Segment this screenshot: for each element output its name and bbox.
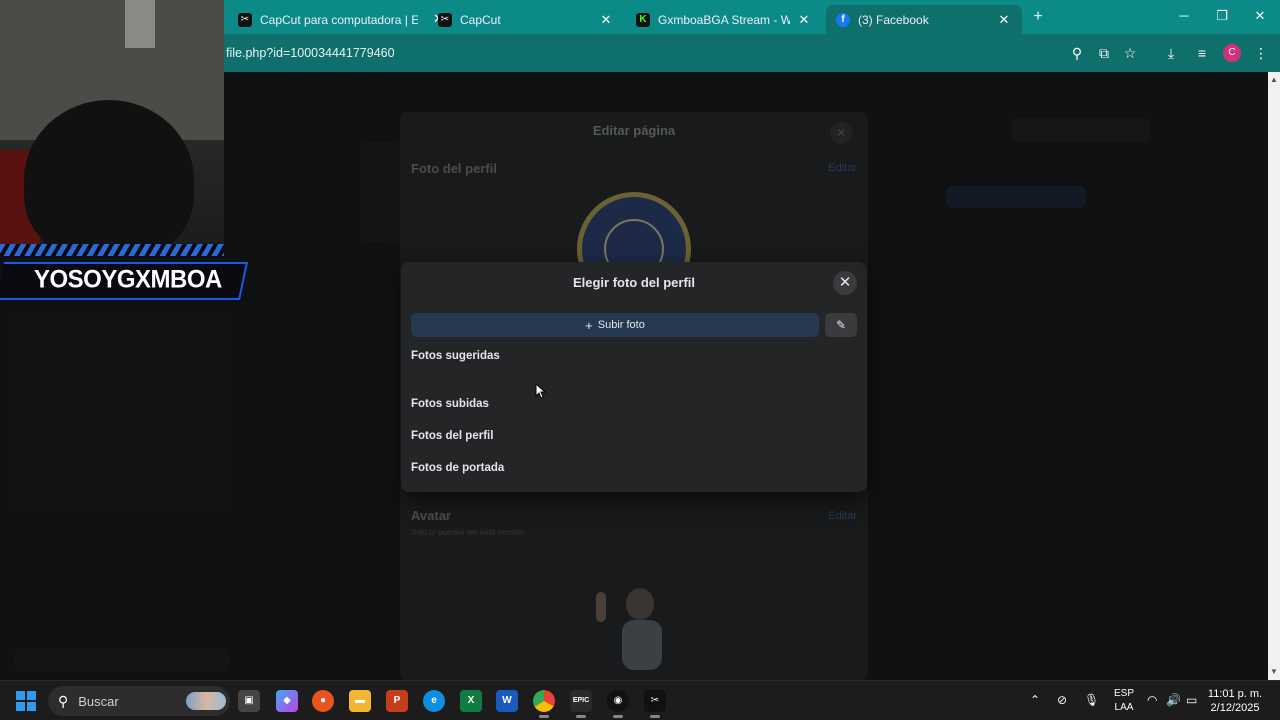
restore-icon[interactable]: ❐	[1210, 8, 1234, 24]
search-placeholder: Buscar	[78, 693, 119, 709]
menu-kebab-icon[interactable]: ⋮	[1252, 44, 1270, 62]
tray-overflow-icon[interactable]: ⌃	[1030, 693, 1040, 707]
edit-photo-button[interactable]: ✎	[825, 313, 857, 337]
epic-games-icon[interactable]: EPIC	[570, 690, 592, 718]
dim-action-button	[1012, 118, 1150, 142]
obs-icon[interactable]: ◉	[607, 690, 629, 718]
tab-capcut-computadora[interactable]: ✂ CapCut para computadora | El e	[228, 5, 428, 34]
capcut-icon: ✂	[238, 12, 252, 27]
install-app-icon[interactable]: ⧉	[1095, 44, 1113, 62]
capcut-icon[interactable]: ✂	[644, 690, 666, 718]
wifi-icon[interactable]: ◠	[1147, 693, 1157, 707]
language-indicator[interactable]: ESP LAA	[1110, 687, 1138, 715]
upload-photo-label: Subir foto	[597, 319, 645, 331]
search-highlight-icon	[186, 692, 226, 710]
clock-time: 11:01 p. m.	[1207, 688, 1263, 700]
dim-sidebar	[8, 312, 228, 512]
windows-taskbar: ⚲ Buscar ▣ ◆ ● ▬ P e X W EPIC ◉ ✂ ⌃ ⊘ 🎙 …	[0, 680, 1280, 720]
close-icon[interactable]: ✕	[598, 12, 614, 28]
windows-start-icon[interactable]	[16, 691, 36, 711]
webcam-overlay	[0, 0, 224, 255]
powerpoint-icon[interactable]: P	[386, 690, 408, 712]
volume-icon[interactable]: 🔊	[1166, 693, 1181, 707]
profile-avatar-icon[interactable]: C	[1223, 44, 1241, 62]
upload-photo-button[interactable]: + Subir foto	[411, 313, 819, 337]
minimize-icon[interactable]: ─	[1172, 8, 1196, 23]
section-suggested-photos: Fotos sugeridas	[411, 350, 500, 362]
file-explorer-icon[interactable]: ▬	[349, 690, 371, 712]
capcut-icon: ✂	[438, 12, 452, 27]
chrome-icon[interactable]	[533, 690, 555, 718]
edit-page-title: Editar página	[592, 123, 676, 138]
avatar-edit-link[interactable]: Editar	[828, 510, 857, 522]
cam-person	[24, 100, 194, 255]
overlay-stripe	[0, 244, 224, 256]
section-profile-photos: Fotos del perfil	[411, 430, 494, 442]
url-field[interactable]: file.php?id=100034441779460	[226, 46, 395, 60]
avatar-note: Solo tú puedes ver esta sección	[411, 528, 525, 537]
avatar-heading: Avatar	[411, 508, 451, 523]
close-icon[interactable]: ✕	[833, 271, 857, 295]
taskbar-search[interactable]: ⚲ Buscar	[48, 686, 230, 716]
pencil-icon: ✎	[835, 318, 847, 332]
copilot-icon[interactable]: ◆	[276, 690, 298, 712]
profile-cover-dim	[360, 142, 400, 242]
excel-icon[interactable]: X	[460, 690, 482, 712]
choose-profile-photo-modal: Elegir foto del perfil ✕ + Subir foto ✎ …	[401, 262, 867, 492]
close-icon[interactable]: ✕	[830, 122, 852, 144]
window-close-icon[interactable]: ✕	[1248, 8, 1272, 24]
page-scrollbar[interactable]: ▲ ▼	[1268, 72, 1280, 680]
tab-kick-stream[interactable]: K GxmboaBGA Stream - Watch Li ✕	[626, 5, 822, 34]
profile-photo-heading: Foto del perfil	[411, 161, 497, 176]
facebook-icon: f	[836, 12, 850, 27]
tab-label: (3) Facebook	[858, 12, 929, 27]
lang-code: ESP	[1113, 688, 1134, 699]
zoom-icon[interactable]: ⚲	[1068, 44, 1086, 62]
new-tab-icon[interactable]: +	[1026, 8, 1050, 26]
kick-icon: K	[636, 12, 650, 27]
tab-label: CapCut para computadora | El e	[260, 12, 418, 27]
tab-label: GxmboaBGA Stream - Watch Li	[658, 12, 790, 27]
streamer-name: YOSOYGXMBOA	[34, 265, 222, 294]
battery-icon[interactable]: ▭	[1186, 693, 1197, 707]
modal-title: Elegir foto del perfil	[572, 275, 696, 290]
clock-date: 2/12/2025	[1210, 702, 1260, 714]
streamer-name-banner: YOSOYGXMBOA	[0, 256, 249, 306]
section-uploaded-photos: Fotos subidas	[411, 398, 489, 410]
microphone-icon[interactable]: 🎙	[1084, 693, 1099, 707]
scroll-down-icon[interactable]: ▼	[1270, 668, 1278, 676]
taskbar-clock[interactable]: 11:01 p. m. 2/12/2025	[1206, 687, 1264, 715]
tab-facebook[interactable]: f (3) Facebook ✕	[826, 5, 1022, 34]
plus-icon: +	[585, 317, 593, 333]
tab-capcut[interactable]: ✂ CapCut ✕	[428, 5, 624, 34]
firefox-icon[interactable]: ●	[312, 690, 334, 712]
media-control-icon[interactable]: ≡	[1193, 44, 1211, 62]
network-off-icon[interactable]: ⊘	[1057, 693, 1067, 707]
task-view-icon[interactable]: ▣	[238, 690, 260, 712]
search-icon: ⚲	[58, 692, 69, 709]
word-icon[interactable]: W	[496, 690, 518, 712]
close-icon[interactable]: ✕	[796, 12, 812, 28]
edit-link[interactable]: Editar	[828, 162, 857, 174]
section-cover-photos: Fotos de portada	[411, 462, 505, 474]
dim-button	[946, 186, 1086, 208]
bookmark-star-icon[interactable]: ☆	[1121, 44, 1139, 62]
cam-picture-frame	[125, 0, 155, 48]
avatar-figure	[596, 588, 662, 670]
edge-icon[interactable]: e	[423, 690, 445, 712]
mouse-cursor-icon	[535, 383, 547, 399]
screen: ✂ CapCut para computadora | El e ✕ ✂ Cap…	[0, 0, 1280, 720]
close-icon[interactable]: ✕	[996, 12, 1012, 28]
download-icon[interactable]: ⤓	[1162, 44, 1180, 62]
dim-footer-button	[14, 648, 230, 672]
tab-label: CapCut	[460, 12, 501, 27]
keyboard-layout: LAA	[1114, 702, 1134, 713]
scroll-up-icon[interactable]: ▲	[1270, 76, 1278, 84]
